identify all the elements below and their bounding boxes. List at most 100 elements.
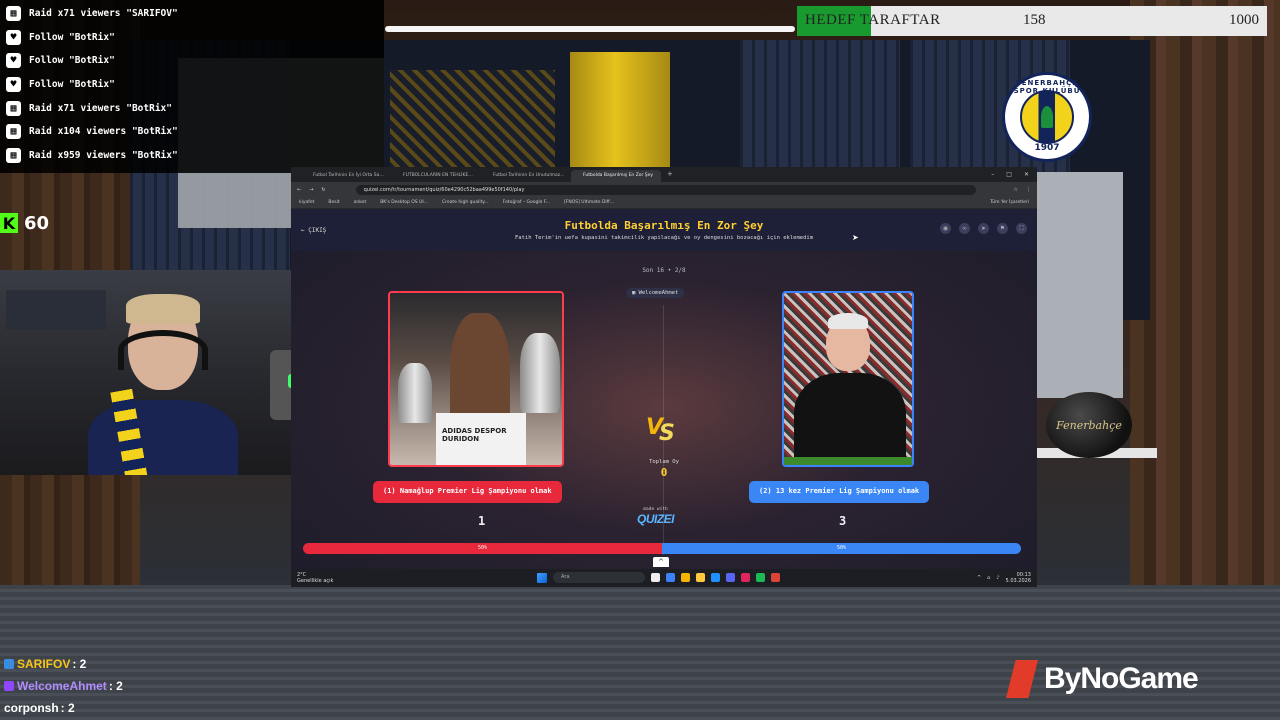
kick-logo-icon: K [0, 213, 18, 233]
taskbar-apps: Ara [537, 572, 780, 583]
badge-year: 1907 [1034, 143, 1060, 153]
fullscreen-icon[interactable]: ⛶ [1016, 223, 1027, 234]
new-tab-icon[interactable]: + [661, 170, 673, 182]
all-bookmarks-link[interactable]: Tüm Yer İşaretleri [990, 200, 1029, 205]
event-item: ▦ Raid x71 viewers "SARIFOV" [0, 2, 384, 26]
ceiling-light [385, 26, 795, 32]
chat-badge-icon [4, 659, 14, 669]
heart-icon: ♥ [6, 53, 21, 69]
volume-icon[interactable]: ♪ [996, 575, 999, 581]
kick-viewer-counter: K 60 [0, 212, 49, 234]
eye-icon[interactable]: ◉ [940, 223, 951, 234]
bookmark-item[interactable]: Create high quality... [442, 200, 489, 205]
viewer-count: 60 [24, 212, 50, 234]
todo-icon[interactable] [711, 573, 720, 582]
option-1-votes: 1 [478, 514, 486, 528]
bookmark-item[interactable]: BK's Desktop OS UI... [380, 200, 428, 205]
goal-current: 158 [1023, 12, 1046, 28]
manager-hair [828, 313, 868, 329]
manager-body [794, 373, 906, 465]
taskbar-search[interactable]: Ara [553, 572, 645, 583]
close-icon[interactable]: ✕ [1024, 171, 1029, 178]
share-icon[interactable]: ➤ [978, 223, 989, 234]
browser-tab[interactable]: Futbol Tarihinin En İyi Orta Saha... [301, 170, 391, 182]
fenerbahce-ball: Fenerbahçe [1046, 392, 1132, 458]
tab-bar: Futbol Tarihinin En İyi Orta Saha... FUTB… [291, 167, 1037, 182]
back-arrow-icon[interactable]: ← [297, 187, 301, 193]
bookmarks-bar: kiyafet Besit anket BK's Desktop OS UI... Cr… [291, 197, 1037, 209]
bookmark-item[interactable]: Fotoğraf – Google F... [503, 200, 550, 205]
option-2-button[interactable]: (2) 13 kez Premier Lig Şampiyonu olmak [749, 481, 930, 503]
right-wall-panel [1037, 172, 1123, 398]
folder-icon[interactable] [696, 573, 705, 582]
total-votes-value: 0 [660, 466, 668, 479]
user-name: WelcomeAhmet [638, 290, 679, 296]
event-item: ♥ Follow "BotRix" [0, 26, 384, 50]
clock-date: 5.03.2026 [1005, 578, 1031, 584]
network-icon[interactable]: ⌂ [987, 575, 990, 581]
task-view-icon[interactable] [651, 573, 660, 582]
edge-icon[interactable] [666, 573, 675, 582]
headset-icon [118, 330, 208, 370]
forward-arrow-icon[interactable]: → [309, 187, 313, 193]
event-item: ♥ Follow "BotRix" [0, 73, 384, 97]
maximize-icon[interactable]: □ [1006, 171, 1012, 178]
chat-username: corponsh [4, 701, 59, 715]
event-text: Raid x104 viewers "BotRix" [29, 126, 178, 138]
option-1-button[interactable]: (1) Namağlup Premier Lig Şampiyonu olmak [373, 481, 562, 503]
event-text: Raid x959 viewers "BotRix" [29, 149, 178, 161]
raid-icon: ▦ [6, 124, 21, 140]
option-2-progress: 50% [662, 543, 1021, 554]
weather-widget[interactable]: 2°C Genellikle açık [297, 572, 333, 584]
browser-tab[interactable]: Futbolda Başarılmış En Zor Şey [571, 170, 661, 182]
event-text: Follow "BotRix" [29, 31, 115, 43]
total-votes-label: Toplam Oy [649, 459, 679, 465]
reload-icon[interactable]: ↻ [321, 187, 325, 193]
tab-list: Futbol Tarihinin En İyi Orta Saha... FUTB… [301, 170, 673, 182]
bookmark-item[interactable]: [FNOS] Ultimate Diff... [564, 200, 614, 205]
bookmark-list: kiyafet Besit anket BK's Desktop OS UI... Cr… [299, 200, 614, 205]
event-text: Raid x71 viewers "SARIFOV" [29, 8, 178, 20]
bookmark-item[interactable]: anket [354, 200, 367, 205]
system-tray: ^ ⌂ ♪ 00:13 5.03.2026 [977, 572, 1031, 584]
vs-letter-s: S [659, 421, 675, 446]
option-1-progress: 50% [303, 543, 662, 554]
browser-tab[interactable]: FUTBOLCULARIN EN TEHLİKELİ... [391, 170, 481, 182]
star-icon[interactable]: ☆ [1014, 187, 1018, 193]
url-input[interactable]: quizei.com/tr/tournament/quiz/60e4290c52… [355, 184, 976, 195]
trophy-icon [520, 333, 560, 413]
bookmark-item[interactable]: Besit [328, 200, 339, 205]
vs-lightning-icon: V S [646, 413, 680, 447]
goal-target: 1000 [1229, 12, 1259, 28]
goal-label: HEDEF TARAFTAR [805, 12, 941, 28]
wood-wall-right [1130, 0, 1280, 660]
heart-icon: ♥ [6, 29, 21, 45]
option-1-image[interactable]: ADIDAS DESPOR DURIDON [388, 291, 564, 467]
event-item: ▦ Raid x104 viewers "BotRix" [0, 120, 384, 144]
discord-icon[interactable] [726, 573, 735, 582]
quizei-logo: QUIZEI [637, 512, 675, 526]
option-2-image[interactable] [782, 291, 914, 467]
minimize-icon[interactable]: – [991, 171, 994, 178]
flag-icon[interactable]: ⚑ [997, 223, 1008, 234]
window-controls: – □ ✕ [991, 171, 1037, 182]
event-text: Raid x71 viewers "BotRix" [29, 102, 172, 114]
spotify-icon[interactable] [756, 573, 765, 582]
chat-username: SARIFOV [17, 657, 71, 671]
quiz-header: ← ÇIKIŞ Futbolda Başarılmış En Zor Şey F… [291, 209, 1037, 251]
chat-overlay: SARIFOV: 2 WelcomeAhmet: 2 corponsh: 2 [0, 653, 450, 719]
browser-tab[interactable]: Futbol Tarihinin En Unutulmaz... [481, 170, 571, 182]
bookmark-item[interactable]: kiyafet [299, 200, 314, 205]
chrome-icon[interactable] [681, 573, 690, 582]
menu-icon[interactable]: ⋮ [1026, 187, 1031, 193]
link-icon[interactable]: ∞ [959, 223, 970, 234]
clock[interactable]: 00:13 5.03.2026 [1006, 572, 1031, 584]
fenerbahce-badge-logo: FENERBAHÇE SPOR KULÜBÜ 1907 [1002, 72, 1092, 162]
windows-start-icon[interactable] [537, 572, 547, 583]
app-icon[interactable] [741, 573, 750, 582]
windows-taskbar: 2°C Genellikle açık Ara ^ ⌂ ♪ 00:13 5.03… [291, 569, 1037, 587]
yellow-pillar [570, 52, 670, 172]
tray-chevron-icon[interactable]: ^ [977, 575, 981, 581]
taskbar-chevron-icon[interactable]: ^ [653, 557, 669, 567]
chrome-alt-icon[interactable] [771, 573, 780, 582]
